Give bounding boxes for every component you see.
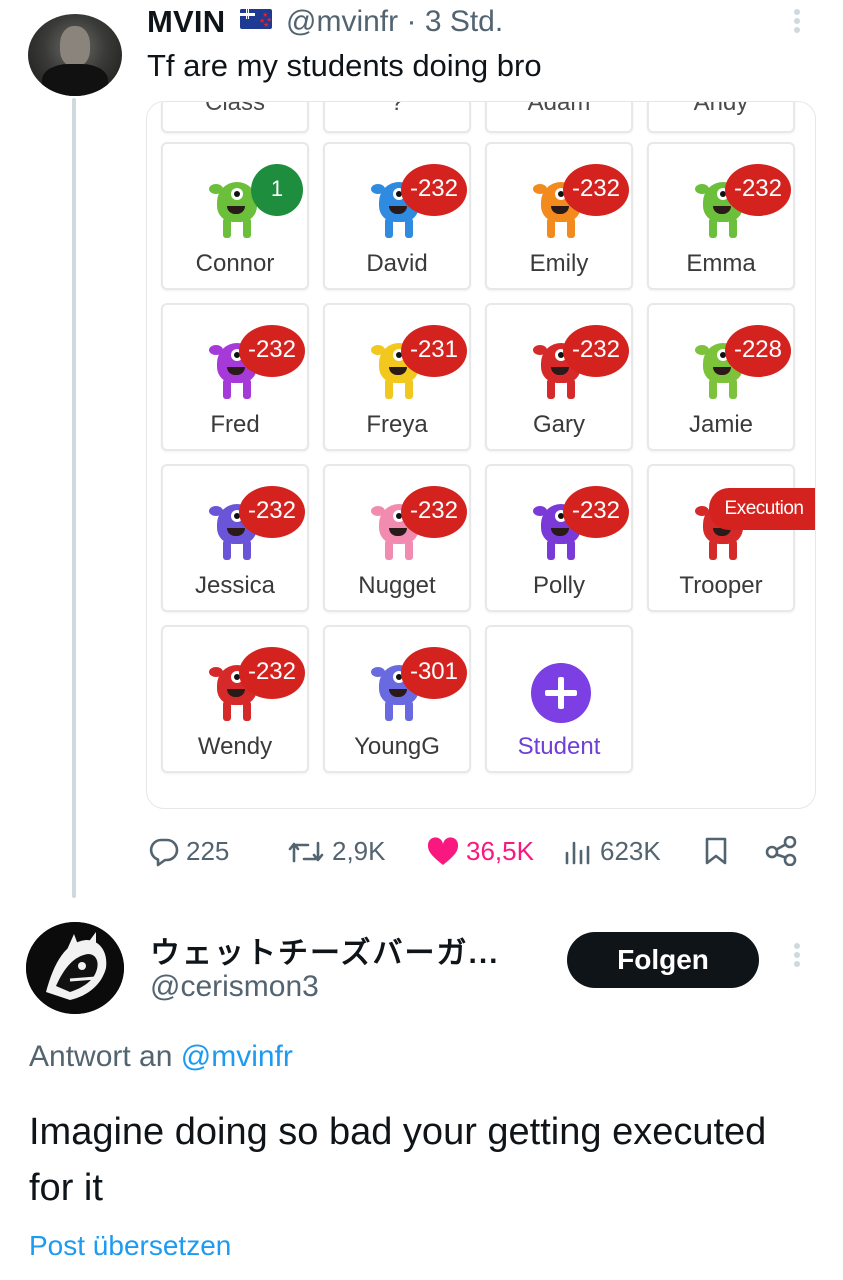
student-name: Freya xyxy=(366,411,428,438)
student-name: David xyxy=(366,250,428,277)
bookmark-icon xyxy=(705,837,727,865)
reply-avatar[interactable] xyxy=(26,922,124,1014)
student-name: Emma xyxy=(686,250,756,277)
views-button[interactable]: 623K xyxy=(562,836,661,867)
student-card-partial[interactable]: Andy xyxy=(647,101,795,133)
tweet-image[interactable]: Class? Adam Andy 1 Connor -232 David -232 Emily -… xyxy=(146,101,816,809)
points-badge: -231 xyxy=(401,325,467,377)
student-name: Fred xyxy=(210,411,260,438)
student-name: Wendy xyxy=(197,733,273,760)
student-card[interactable]: -232 David xyxy=(323,142,471,290)
nz-flag-icon: ★ ★ ★ ★ xyxy=(240,9,272,29)
student-card[interactable]: -232 Nugget xyxy=(323,464,471,612)
more-options-icon[interactable] xyxy=(790,6,804,40)
points-badge: -301 xyxy=(401,647,467,699)
points-badge: -232 xyxy=(401,164,467,216)
reply-to-line: Antwort an @mvinfr xyxy=(29,1040,293,1073)
reply-button[interactable]: 225 xyxy=(148,836,229,867)
heart-icon xyxy=(427,836,459,865)
repost-icon xyxy=(288,841,324,862)
student-name: Adam xyxy=(527,101,591,116)
student-card[interactable]: 1 Connor xyxy=(161,142,309,290)
bookmark-button[interactable] xyxy=(704,836,734,866)
student-name: Jamie xyxy=(688,411,754,438)
student-name: Andy xyxy=(693,101,749,116)
student-card[interactable]: -231 Freya xyxy=(323,303,471,451)
repost-button[interactable]: 2,9K xyxy=(286,836,386,867)
reply-author-handle[interactable]: @cerismon3 xyxy=(150,970,319,1004)
points-badge: -232 xyxy=(239,647,305,699)
student-card-partial[interactable]: ? xyxy=(323,101,471,133)
author-name[interactable]: MVIN xyxy=(147,4,225,40)
points-badge: -228 xyxy=(725,325,791,377)
student-card[interactable]: -232 Polly xyxy=(485,464,633,612)
student-name: Jessica xyxy=(194,572,276,599)
student-card-partial[interactable]: Class xyxy=(161,101,309,133)
reply-text: Imagine doing so bad your getting execut… xyxy=(29,1111,767,1209)
student-name: Polly xyxy=(532,572,586,599)
views-icon xyxy=(565,841,590,864)
thread-line xyxy=(72,98,76,898)
mention-link[interactable]: @mvinfr xyxy=(181,1040,293,1073)
student-card[interactable]: Execution Trooper xyxy=(647,464,815,612)
share-icon xyxy=(765,836,797,866)
points-badge: -232 xyxy=(239,325,305,377)
student-name: Nugget xyxy=(358,572,436,599)
points-badge: -232 xyxy=(239,486,305,538)
reply-more-options-icon[interactable] xyxy=(790,940,804,974)
reply-icon xyxy=(149,838,179,866)
student-name: Connor xyxy=(195,250,275,277)
points-badge: -232 xyxy=(563,486,629,538)
author-handle-time[interactable]: @mvinfr · 3 Std. xyxy=(286,5,503,39)
share-button[interactable] xyxy=(764,836,804,866)
tweet-text: Tf are my students doing bro xyxy=(147,48,542,83)
student-card[interactable]: -232 Wendy xyxy=(161,625,309,773)
plus-icon xyxy=(531,663,591,723)
student-name: Emily xyxy=(529,250,589,277)
points-badge: 1 xyxy=(251,164,303,216)
points-badge: -232 xyxy=(563,164,629,216)
translate-link[interactable]: Post übersetzen xyxy=(29,1230,231,1262)
like-button[interactable]: 36,5K xyxy=(426,836,534,867)
add-student-label: Student xyxy=(517,733,601,760)
student-name: Trooper xyxy=(679,572,763,599)
student-card[interactable]: -232 Jessica xyxy=(161,464,309,612)
student-name: Class xyxy=(204,101,265,116)
student-card[interactable]: -232 Emily xyxy=(485,142,633,290)
student-card[interactable]: -232 Gary xyxy=(485,303,633,451)
student-card[interactable]: -232 Emma xyxy=(647,142,795,290)
student-name: YoungG xyxy=(354,733,440,760)
student-card[interactable]: -228 Jamie xyxy=(647,303,795,451)
execution-badge: Execution xyxy=(709,488,815,530)
reply-author-name[interactable]: ウェットチーズバーガ... xyxy=(150,928,500,972)
student-card[interactable]: -232 Fred xyxy=(161,303,309,451)
follow-button[interactable]: Folgen xyxy=(567,932,759,988)
points-badge: -232 xyxy=(401,486,467,538)
add-student-button[interactable]: Student xyxy=(485,625,633,773)
points-badge: -232 xyxy=(725,164,791,216)
points-badge: -232 xyxy=(563,325,629,377)
student-card[interactable]: -301 YoungG xyxy=(323,625,471,773)
student-name: Gary xyxy=(532,411,585,438)
student-card-partial[interactable]: Adam xyxy=(485,101,633,133)
student-name: ? xyxy=(390,101,404,116)
avatar[interactable] xyxy=(28,14,122,96)
